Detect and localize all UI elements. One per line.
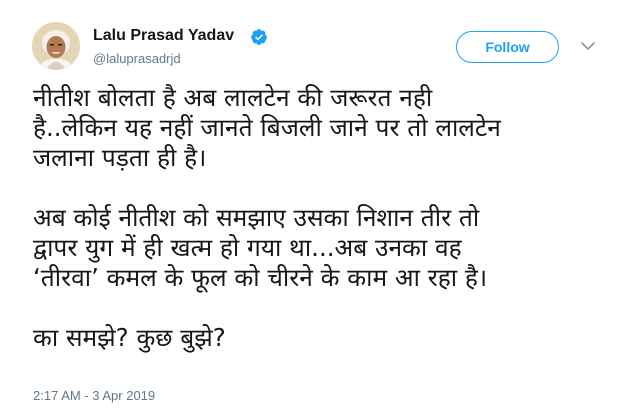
author-handle[interactable]: @laluprasadrjd [93,51,181,66]
tweet-paragraph: का समझे? कुछ बुझे? [33,323,226,352]
avatar-image [32,22,80,70]
author-name[interactable]: Lalu Prasad Yadav [93,27,234,45]
tweet-card: Lalu Prasad Yadav @laluprasadrjd Follow … [0,0,631,417]
verified-badge-icon [251,29,267,45]
chevron-down-icon[interactable] [580,40,596,52]
tweet-text: नीतीश बोलता है अब लालटेन की जरूरत नही है… [33,83,613,353]
tweet-paragraph: अब कोई नीतीश को समझाए उसका निशान तीर तो … [33,203,488,292]
tweet-timestamp[interactable]: 2:17 AM - 3 Apr 2019 [33,388,155,403]
follow-button[interactable]: Follow [456,31,559,63]
avatar[interactable] [32,22,80,70]
tweet-paragraph: नीतीश बोलता है अब लालटेन की जरूरत नही है… [33,83,501,172]
